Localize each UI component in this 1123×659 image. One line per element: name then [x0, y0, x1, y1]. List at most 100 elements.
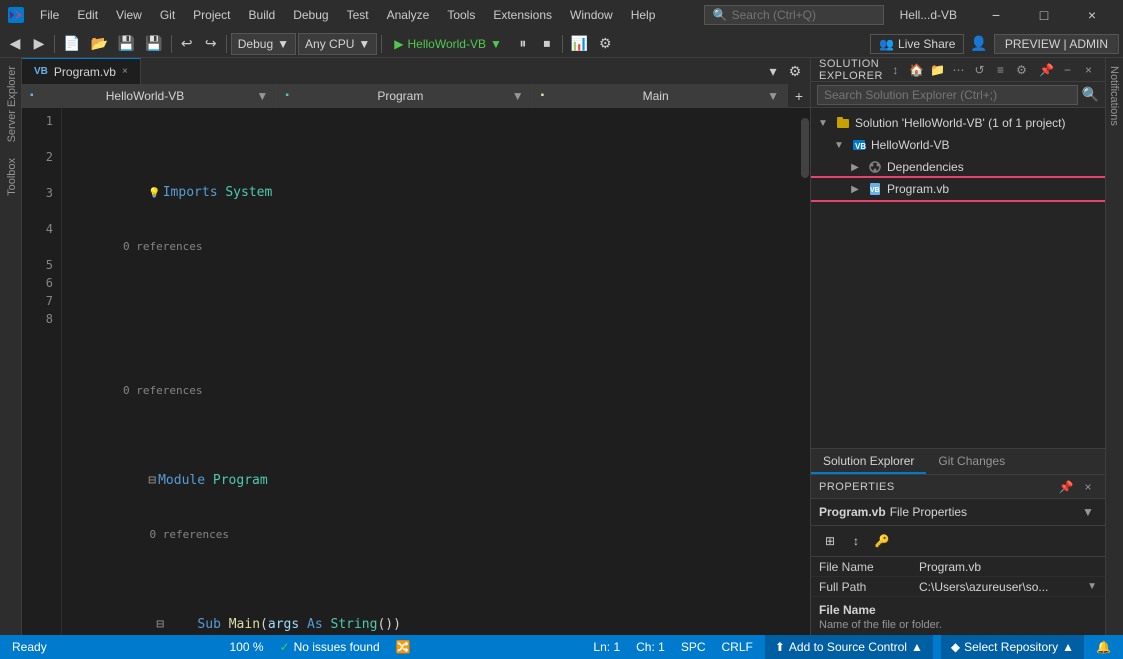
open-button[interactable]: 📂 — [86, 33, 111, 55]
menu-view[interactable]: View — [108, 5, 150, 25]
maximize-button[interactable]: □ — [1021, 0, 1067, 30]
stop-button[interactable]: ⏹ — [536, 33, 558, 55]
se-pin-icon-btn[interactable]: 📌 — [1038, 61, 1055, 79]
tab-dropdown-button[interactable]: ▾ — [762, 60, 784, 82]
se-home-icon-btn[interactable]: 🏠 — [908, 61, 925, 79]
tree-expand-program-vb[interactable]: ▶ — [847, 181, 863, 197]
se-settings-icon-btn[interactable]: ⚙ — [1013, 61, 1030, 79]
add-nav-button[interactable]: + — [788, 85, 810, 107]
editor-tab-label: Program.vb — [54, 65, 116, 79]
code-editor[interactable]: 1 2 3 4 5 6 7 8 💡Imports System — [22, 108, 810, 635]
props-section-desc: Name of the file or folder. — [811, 619, 1105, 635]
props-key-icon[interactable]: 🔑 — [871, 530, 893, 552]
add-to-source-dropdown-icon[interactable]: ▲ — [911, 640, 923, 654]
se-minimize-icon-btn[interactable]: − — [1059, 61, 1076, 79]
run-button[interactable]: ▶ HelloWorld-VB ▼ — [386, 35, 510, 53]
code-line-1: 💡Imports System — [70, 166, 800, 184]
status-notification-bell[interactable]: 🔔 — [1092, 635, 1115, 659]
forward-button[interactable]: ▶ — [28, 33, 50, 55]
se-tab-git-changes[interactable]: Git Changes — [926, 450, 1017, 474]
platform-dropdown[interactable]: Any CPU ▼ — [298, 33, 377, 55]
menu-project[interactable]: Project — [185, 5, 238, 25]
props-expand-icon[interactable]: ▼ — [1079, 503, 1097, 521]
pause-button[interactable]: ⏸ — [512, 33, 534, 55]
title-search-input[interactable] — [732, 8, 887, 22]
status-source-control[interactable]: 🔀 — [392, 635, 415, 659]
class-dropdown[interactable]: ▪ Program ▼ — [277, 84, 532, 108]
menu-git[interactable]: Git — [152, 5, 183, 25]
project-dropdown[interactable]: ▪ HelloWorld-VB ▼ — [22, 84, 277, 108]
editor-tab-close-icon[interactable]: × — [122, 66, 128, 77]
menu-edit[interactable]: Edit — [69, 5, 106, 25]
live-share-button[interactable]: 👥 Live Share — [870, 34, 964, 54]
status-zoom[interactable]: 100 % — [226, 635, 268, 659]
menu-window[interactable]: Window — [562, 5, 621, 25]
save-button[interactable]: 💾 — [114, 33, 139, 55]
menu-build[interactable]: Build — [241, 5, 284, 25]
status-col[interactable]: Ch: 1 — [632, 635, 669, 659]
status-encoding[interactable]: SPC — [677, 635, 710, 659]
tree-item-dependencies[interactable]: ▶ Dependencies — [811, 156, 1105, 178]
member-dropdown[interactable]: ▪ Main ▼ — [533, 84, 788, 108]
preview-admin-button[interactable]: PREVIEW | ADMIN — [994, 34, 1119, 54]
tree-item-solution[interactable]: ▼ Solution 'HelloWorld-VB' (1 of 1 proje… — [811, 112, 1105, 134]
title-search-box[interactable]: 🔍 — [704, 5, 884, 25]
select-repo-dropdown-icon[interactable]: ▲ — [1062, 640, 1074, 654]
account-button[interactable]: 👤 — [966, 33, 991, 55]
menu-test[interactable]: Test — [339, 5, 377, 25]
se-tab-solution-explorer[interactable]: Solution Explorer — [811, 450, 926, 474]
expand-icon-2[interactable]: ⊟ — [156, 617, 164, 632]
menu-tools[interactable]: Tools — [439, 5, 483, 25]
toolbar-separator-4 — [381, 35, 382, 53]
new-file-button[interactable]: 📄 — [59, 33, 84, 55]
props-grid-icon[interactable]: ⊞ — [819, 530, 841, 552]
status-no-issues[interactable]: ✓ No issues found — [276, 635, 384, 659]
status-line-ending[interactable]: CRLF — [718, 635, 757, 659]
tree-item-project[interactable]: ▼ VB HelloWorld-VB — [811, 134, 1105, 156]
save-all-button[interactable]: 💾 — [141, 33, 166, 55]
se-collapse-icon-btn[interactable]: ≡ — [992, 61, 1009, 79]
tree-expand-dependencies[interactable]: ▶ — [847, 159, 863, 175]
tree-item-program-vb[interactable]: ▶ VB Program.vb — [811, 178, 1105, 200]
props-row-fullpath[interactable]: Full Path C:\Users\azureuser\so... ▼ — [811, 577, 1105, 597]
editor-tab-program-vb[interactable]: VB Program.vb × — [22, 58, 141, 84]
editor-scrollbar[interactable] — [800, 108, 810, 635]
menu-debug[interactable]: Debug — [285, 5, 336, 25]
se-search-input[interactable] — [817, 85, 1078, 105]
minimize-button[interactable]: − — [973, 0, 1019, 30]
menu-file[interactable]: File — [32, 5, 67, 25]
diagnostics-button[interactable]: 📊 — [567, 33, 592, 55]
props-pin-icon[interactable]: 📌 — [1057, 478, 1075, 496]
status-line[interactable]: Ln: 1 — [589, 635, 624, 659]
line-num-5: 5 — [22, 256, 61, 274]
server-explorer-tab[interactable]: Server Explorer — [0, 58, 21, 150]
notifications-tab[interactable]: Notifications — [1106, 58, 1123, 134]
tree-expand-solution[interactable]: ▼ — [815, 115, 831, 131]
toolbox-tab[interactable]: Toolbox — [0, 150, 21, 204]
se-more-icon-btn[interactable]: ⋯ — [950, 61, 967, 79]
select-repository-button[interactable]: ◆ Select Repository ▲ — [941, 635, 1084, 659]
status-ready[interactable]: Ready — [8, 635, 51, 659]
expand-icon-1[interactable]: ⊟ — [148, 473, 156, 488]
close-button[interactable]: × — [1069, 0, 1115, 30]
se-close-icon-btn[interactable]: × — [1080, 61, 1097, 79]
git-changes-button[interactable]: ⚙ — [594, 33, 616, 55]
props-row-filename[interactable]: File Name Program.vb — [811, 557, 1105, 577]
menu-help[interactable]: Help — [623, 5, 664, 25]
menu-analyze[interactable]: Analyze — [379, 5, 438, 25]
redo-button[interactable]: ↪ — [200, 33, 222, 55]
props-sort-icon[interactable]: ↕ — [845, 530, 867, 552]
props-close-icon[interactable]: × — [1079, 478, 1097, 496]
back-button[interactable]: ◀ — [4, 33, 26, 55]
se-folder-icon-btn[interactable]: 📁 — [929, 61, 946, 79]
se-refresh-icon-btn[interactable]: ↺ — [971, 61, 988, 79]
se-sync-icon-btn[interactable]: ↕ — [887, 61, 904, 79]
undo-button[interactable]: ↩ — [176, 33, 198, 55]
editor-scroll-thumb[interactable] — [801, 118, 809, 178]
code-content[interactable]: 💡Imports System 0 references 0 reference… — [62, 108, 800, 635]
add-to-source-control-button[interactable]: ⬆ Add to Source Control ▲ — [765, 635, 933, 659]
tab-settings-button[interactable]: ⚙ — [784, 60, 806, 82]
menu-extensions[interactable]: Extensions — [485, 5, 560, 25]
tree-expand-project[interactable]: ▼ — [831, 137, 847, 153]
debug-config-dropdown[interactable]: Debug ▼ — [231, 33, 296, 55]
